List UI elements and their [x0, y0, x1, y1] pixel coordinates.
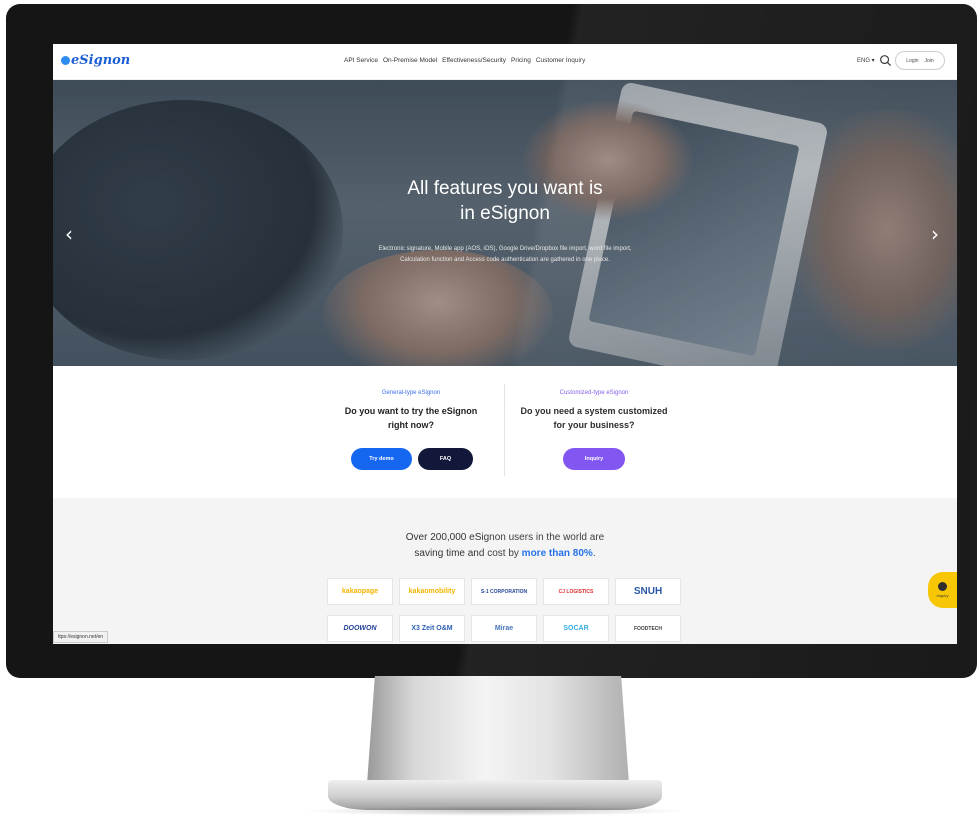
client-logo-cj-logistics: CJ LOGISTICS — [543, 578, 609, 605]
client-logo-text: S-1 CORPORATION — [480, 588, 528, 595]
faq-button[interactable]: FAQ — [418, 448, 473, 470]
question-line: Do you want to try the eSignon — [344, 406, 478, 416]
client-logo-text: SNUH — [633, 586, 663, 597]
join-link[interactable]: Join — [925, 58, 934, 64]
question-line: for your business? — [553, 420, 635, 430]
try-demo-button[interactable]: Try demo — [351, 448, 412, 470]
main-menu: API Service On-Premise Model Effectivene… — [344, 57, 585, 64]
desktop-monitor-scene: eSignon API Service On-Premise Model Eff… — [0, 0, 977, 819]
chat-bubble-icon — [938, 582, 947, 591]
inquiry-button[interactable]: Inquiry — [563, 448, 625, 470]
hero-subtitle-line: Electronic signature, Mobile app (AOS, i… — [378, 246, 632, 252]
language-selector[interactable]: ENG ▾ — [857, 57, 875, 64]
customized-type-tag: Customized-type eSignon — [559, 390, 629, 396]
monitor-stand-neck — [367, 676, 629, 784]
client-logo-mirae: Mirae — [471, 615, 537, 642]
auth-buttons: Login Join — [895, 51, 945, 70]
client-logo-text: SOCAR — [563, 625, 589, 632]
client-logo-text: kakaomobility — [408, 588, 456, 595]
menu-item-customer-inquiry[interactable]: Customer Inquiry — [536, 57, 586, 64]
client-logo-zeit: X3 Zeit O&M — [399, 615, 465, 642]
general-type-question: Do you want to try the eSignon right now… — [321, 404, 501, 432]
question-line: right now? — [388, 420, 434, 430]
carousel-next-icon[interactable]: › — [931, 222, 939, 246]
hero-subtitle: Electronic signature, Mobile app (AOS, i… — [53, 244, 957, 266]
floating-inquiry-label: Inquiry — [936, 593, 949, 598]
esignon-logo[interactable]: eSignon — [61, 53, 130, 68]
client-logo-text: CJ LOGISTICS — [558, 588, 594, 595]
menu-item-api-service[interactable]: API Service — [344, 57, 378, 64]
carousel-prev-icon[interactable]: ‹ — [65, 222, 73, 246]
menu-item-effectiveness-security[interactable]: Effectiveness/Security — [442, 57, 506, 64]
hero-title: All features you want is in eSignon — [53, 176, 957, 226]
floating-inquiry-button[interactable]: Inquiry — [928, 572, 957, 608]
hero-title-line: All features you want is — [407, 178, 603, 199]
client-logo-kakaomobility: kakaomobility — [399, 578, 465, 605]
menu-item-pricing[interactable]: Pricing — [511, 57, 531, 64]
browser-viewport: eSignon API Service On-Premise Model Eff… — [53, 44, 957, 644]
clients-headline-line: saving time and cost by more than 80%. — [53, 546, 957, 562]
cta-section: General-type eSignon Do you want to try … — [53, 366, 957, 498]
general-type-tag: General-type eSignon — [381, 390, 441, 396]
headline-prefix: saving time and cost by — [414, 548, 522, 559]
headline-suffix: . — [592, 548, 596, 559]
clients-headline-line: Over 200,000 eSignon users in the world … — [405, 532, 605, 543]
hero-subtitle-line: Calculation function and Access code aut… — [400, 257, 610, 263]
monitor-bezel: eSignon API Service On-Premise Model Eff… — [6, 4, 977, 678]
login-link[interactable]: Login — [906, 58, 918, 64]
question-line: Do you need a system customized — [520, 406, 668, 416]
client-logo-text: DOOWON — [343, 625, 377, 632]
general-type-block: General-type eSignon Do you want to try … — [321, 390, 501, 432]
client-logo-text: kakaopage — [341, 588, 379, 595]
client-logo-s1: S-1 CORPORATION — [471, 578, 537, 605]
customized-type-block: Customized-type eSignon Do you need a sy… — [504, 390, 684, 432]
top-navbar: eSignon API Service On-Premise Model Eff… — [53, 44, 957, 80]
client-logo-kakaopage: kakaopage — [327, 578, 393, 605]
client-logo-text: Mirae — [494, 625, 514, 632]
search-icon[interactable] — [879, 54, 892, 67]
hero-banner: All features you want is in eSignon Elec… — [53, 80, 957, 366]
client-logo-foodtech: FOODTECH — [615, 615, 681, 642]
customized-type-question: Do you need a system customized for your… — [504, 404, 684, 432]
browser-status-url: ttps://esignon.net/en — [53, 631, 109, 643]
hero-title-line: in eSignon — [460, 203, 550, 224]
logo-icon — [61, 56, 70, 65]
client-logo-text: FOODTECH — [633, 625, 663, 632]
clients-section: Over 200,000 eSignon users in the world … — [53, 498, 957, 644]
client-logo-socar: SOCAR — [543, 615, 609, 642]
client-logo-snuh: SNUH — [615, 578, 681, 605]
headline-highlight: more than 80% — [521, 548, 593, 559]
client-logo-text: X3 Zeit O&M — [411, 625, 453, 632]
logo-text: eSignon — [71, 53, 131, 68]
stand-shadow — [300, 806, 690, 816]
menu-item-on-premise[interactable]: On-Premise Model — [383, 57, 437, 64]
client-logo-doowon: DOOWON — [327, 615, 393, 642]
clients-headline: Over 200,000 eSignon users in the world … — [53, 530, 957, 562]
